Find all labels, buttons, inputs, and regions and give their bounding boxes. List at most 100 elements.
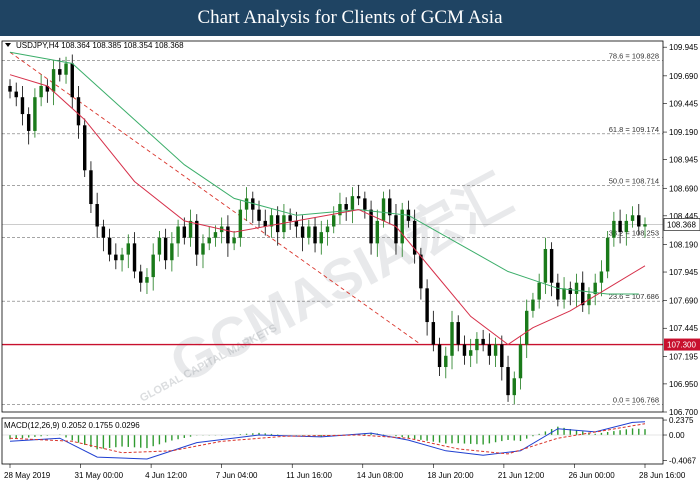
candle-body bbox=[543, 248, 548, 283]
candle-body bbox=[163, 237, 168, 261]
candle-body bbox=[20, 97, 25, 115]
candle-body bbox=[139, 271, 143, 283]
candle-body bbox=[213, 232, 218, 238]
candle-body bbox=[145, 277, 149, 283]
candle-body bbox=[307, 226, 311, 238]
candle-body bbox=[82, 125, 87, 171]
y-tick-label: 107.945 bbox=[669, 268, 698, 277]
candle-body bbox=[518, 344, 523, 379]
y-tick-label: 109.945 bbox=[669, 43, 698, 52]
candle-body bbox=[126, 243, 130, 255]
y-tick-label: 108.690 bbox=[669, 184, 698, 193]
candle-body bbox=[294, 220, 299, 227]
y-tick-label: 108.190 bbox=[669, 240, 698, 249]
y-tick-label: 107.195 bbox=[669, 352, 698, 361]
y-tick-label: 106.950 bbox=[669, 380, 698, 389]
macd-y-tick-label: 0.2375 bbox=[669, 416, 694, 425]
candle-body bbox=[425, 288, 429, 323]
candle-body bbox=[525, 310, 529, 345]
candle-body bbox=[506, 367, 510, 396]
candle-body bbox=[95, 204, 99, 227]
candle-body bbox=[319, 232, 323, 244]
candle-body bbox=[39, 85, 43, 98]
candle-body bbox=[344, 204, 348, 210]
candle-body bbox=[562, 288, 566, 300]
fib-level-label: 38.2 = 108.253 bbox=[609, 228, 659, 237]
y-tick-label: 107.690 bbox=[669, 297, 698, 306]
candle-body bbox=[450, 322, 454, 356]
candle-body bbox=[531, 299, 535, 311]
candle-body bbox=[630, 215, 635, 221]
candle-body bbox=[487, 344, 492, 356]
candle-body bbox=[618, 220, 622, 233]
fib-level-label: 78.6 = 109.828 bbox=[609, 51, 659, 60]
candle-body bbox=[64, 63, 68, 75]
candle-body bbox=[170, 243, 174, 261]
y-tick-label: 109.190 bbox=[669, 128, 698, 137]
fib-level-label: 50.0 = 108.714 bbox=[609, 177, 659, 186]
candle-body bbox=[107, 237, 112, 255]
candle-body bbox=[201, 243, 205, 255]
candle-body bbox=[444, 355, 448, 368]
candle-body bbox=[120, 254, 124, 261]
fib-level-label: 61.8 = 109.174 bbox=[609, 125, 659, 134]
x-tick-label: 26 Jun 00:00 bbox=[568, 471, 615, 480]
candle-body bbox=[375, 220, 380, 244]
macd-y-tick-label: 0.00 bbox=[669, 431, 685, 440]
candle-body bbox=[70, 63, 74, 98]
macd-y-tick-label: -0.4067 bbox=[669, 457, 697, 466]
candle-body bbox=[176, 226, 180, 244]
candle-body bbox=[394, 215, 398, 244]
candle-body bbox=[157, 237, 162, 255]
x-tick-label: 11 Jun 16:00 bbox=[286, 471, 332, 480]
candle-body bbox=[493, 344, 498, 356]
x-tick-label: 28 May 2019 bbox=[4, 471, 51, 480]
candle-body bbox=[300, 226, 305, 238]
y-tick-label: 109.445 bbox=[669, 99, 698, 108]
candle-body bbox=[58, 69, 62, 75]
candle-body bbox=[195, 220, 199, 255]
candle-body bbox=[512, 378, 516, 396]
candle-body bbox=[605, 237, 610, 272]
x-tick-label: 4 Jun 12:00 bbox=[145, 471, 187, 480]
candle-body bbox=[549, 248, 554, 283]
candle-body bbox=[643, 224, 647, 227]
candle-body bbox=[132, 243, 137, 272]
candle-body bbox=[437, 344, 442, 368]
candle-body bbox=[26, 114, 31, 131]
support-price-label: 107.300 bbox=[667, 341, 696, 350]
candle-body bbox=[313, 226, 317, 244]
candle-body bbox=[456, 322, 460, 345]
x-tick-label: 28 Jun 16:00 bbox=[639, 471, 686, 480]
chart-banner: Chart Analysis for Clients of GCM Asia bbox=[0, 0, 700, 36]
candle-body bbox=[76, 97, 81, 126]
price-chart[interactable]: GCMASIA宏汇 GLOBAL CAPITAL MARKETS 78.6 = … bbox=[0, 36, 700, 500]
fib-level-label: 23.6 = 107.686 bbox=[609, 292, 659, 301]
candle-body bbox=[8, 85, 12, 92]
candle-body bbox=[89, 170, 93, 205]
candle-body bbox=[332, 215, 336, 227]
candle-body bbox=[257, 209, 261, 221]
candle-body bbox=[33, 97, 37, 131]
candle-body bbox=[182, 226, 187, 238]
candle-body bbox=[151, 254, 155, 278]
candle-body bbox=[481, 338, 485, 345]
candle-body bbox=[114, 254, 118, 261]
macd-header: MACD(12,26,9) 0.2052 0.1755 0.0296 bbox=[4, 421, 140, 430]
x-tick-label: 14 Jun 08:00 bbox=[357, 471, 404, 480]
current-price-label: 108.368 bbox=[667, 220, 696, 229]
candle-body bbox=[188, 220, 193, 238]
candle-body bbox=[263, 220, 267, 227]
candle-body bbox=[325, 226, 330, 233]
candle-body bbox=[537, 282, 541, 300]
candle-body bbox=[574, 282, 579, 294]
symbol-header: USDJPY,H4 108.364 108.385 108.354 108.36… bbox=[16, 41, 184, 50]
candle-body bbox=[599, 271, 604, 283]
candle-body bbox=[101, 226, 106, 238]
fib-level-label: 0.0 = 106.768 bbox=[613, 395, 659, 404]
candle-body bbox=[637, 215, 641, 227]
candle-body bbox=[419, 254, 423, 289]
banner-title: Chart Analysis for Clients of GCM Asia bbox=[197, 7, 503, 28]
candle-body bbox=[431, 322, 436, 345]
candle-body bbox=[244, 198, 249, 210]
